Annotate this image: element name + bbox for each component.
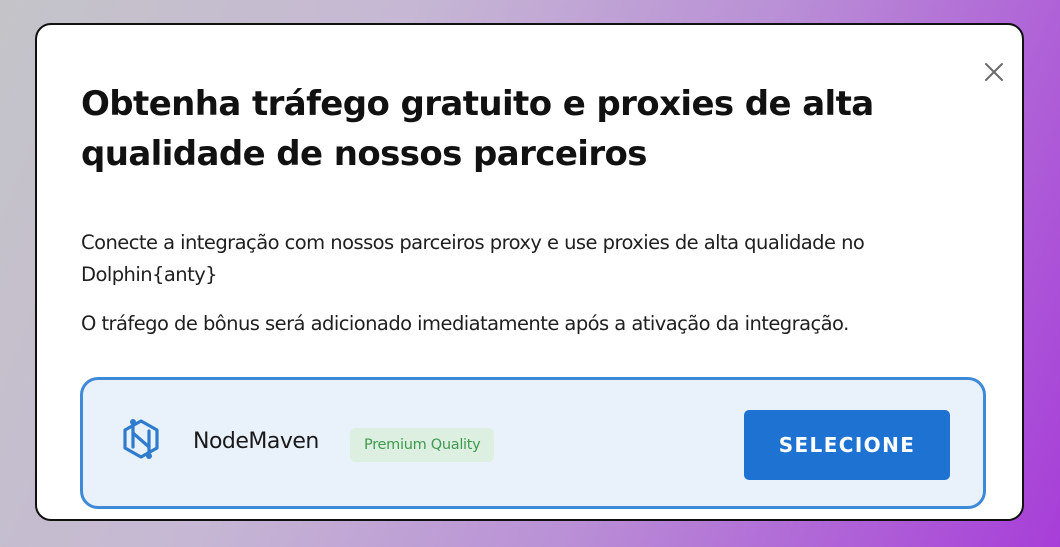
nodemaven-logo-icon bbox=[120, 417, 162, 461]
dialog-title: Obtenha tráfego gratuito e proxies de al… bbox=[81, 84, 874, 174]
bonus-note: O tráfego de bônus será adicionado imedi… bbox=[81, 312, 849, 335]
select-button[interactable]: SELECIONE bbox=[744, 410, 950, 480]
close-icon[interactable] bbox=[981, 59, 1007, 85]
integration-dialog: Obtenha tráfego gratuito e proxies de al… bbox=[35, 23, 1024, 521]
partner-name: NodeMaven bbox=[193, 429, 319, 454]
dialog-description: Conecte a integração com nossos parceiro… bbox=[81, 231, 865, 286]
partner-card-nodemaven: NodeMaven Premium Quality SELECIONE bbox=[80, 377, 986, 509]
premium-quality-badge: Premium Quality bbox=[350, 428, 495, 462]
